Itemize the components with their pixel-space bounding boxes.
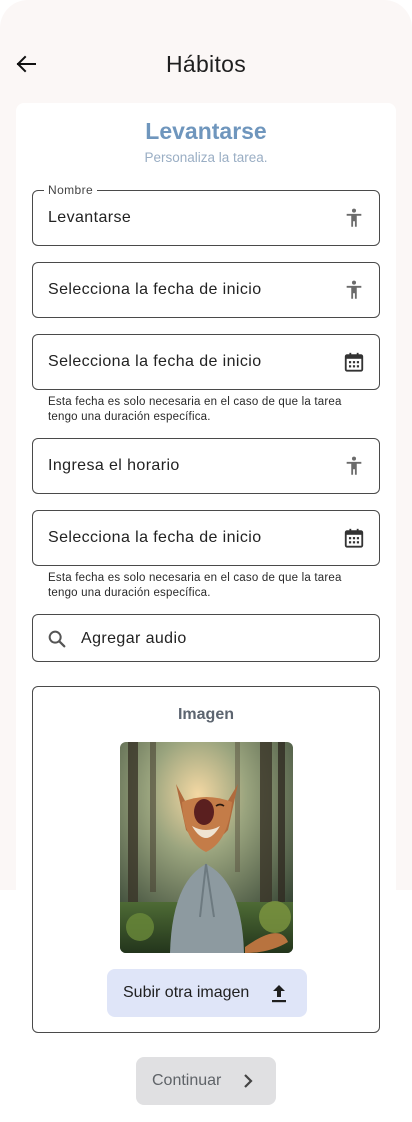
task-image xyxy=(120,742,293,953)
task-subtitle: Personaliza la tarea. xyxy=(144,150,268,165)
upload-image-label: Subir otra imagen xyxy=(123,984,250,1001)
task-title: Levantarse xyxy=(145,118,267,144)
chevron-right-icon xyxy=(244,1074,253,1088)
search-icon xyxy=(48,630,66,648)
name-field-value: Levantarse xyxy=(48,209,132,226)
date-field-2-value: Selecciona la fecha de inicio xyxy=(48,529,262,546)
date-field-1[interactable]: Selecciona la fecha de inicio xyxy=(32,334,380,390)
name-field-label: Nombre xyxy=(44,183,98,197)
accessibility-icon xyxy=(346,208,362,227)
audio-placeholder: Agregar audio xyxy=(81,630,187,647)
date-field-2[interactable]: Selecciona la fecha de inicio xyxy=(32,510,380,566)
upload-icon xyxy=(272,985,286,1003)
start-date-field[interactable]: Selecciona la fecha de inicio xyxy=(32,262,380,318)
schedule-value: Ingresa el horario xyxy=(48,457,180,474)
accessibility-icon xyxy=(346,456,362,475)
calendar-icon[interactable] xyxy=(343,527,365,549)
image-section: Imagen Subir otra imagen xyxy=(32,686,380,1033)
audio-search-input[interactable]: Agregar audio xyxy=(32,614,380,662)
date-field-1-value: Selecciona la fecha de inicio xyxy=(48,353,262,370)
app-header: Hábitos xyxy=(0,40,412,88)
continue-label: Continuar xyxy=(152,1072,222,1089)
start-date-value: Selecciona la fecha de inicio xyxy=(48,281,262,298)
upload-image-button[interactable]: Subir otra imagen xyxy=(107,969,307,1017)
date-helper-text-2: Esta fecha es solo necesaria en el caso … xyxy=(48,572,342,599)
date-helper-text-1: Esta fecha es solo necesaria en el caso … xyxy=(48,396,342,423)
name-field[interactable]: Nombre Levantarse xyxy=(32,183,380,246)
image-section-label: Imagen xyxy=(177,706,234,723)
calendar-icon[interactable] xyxy=(343,351,365,373)
page-title: Hábitos xyxy=(165,51,247,77)
continue-button[interactable]: Continuar xyxy=(136,1057,276,1105)
schedule-field[interactable]: Ingresa el horario xyxy=(32,438,380,494)
accessibility-icon xyxy=(346,280,362,299)
